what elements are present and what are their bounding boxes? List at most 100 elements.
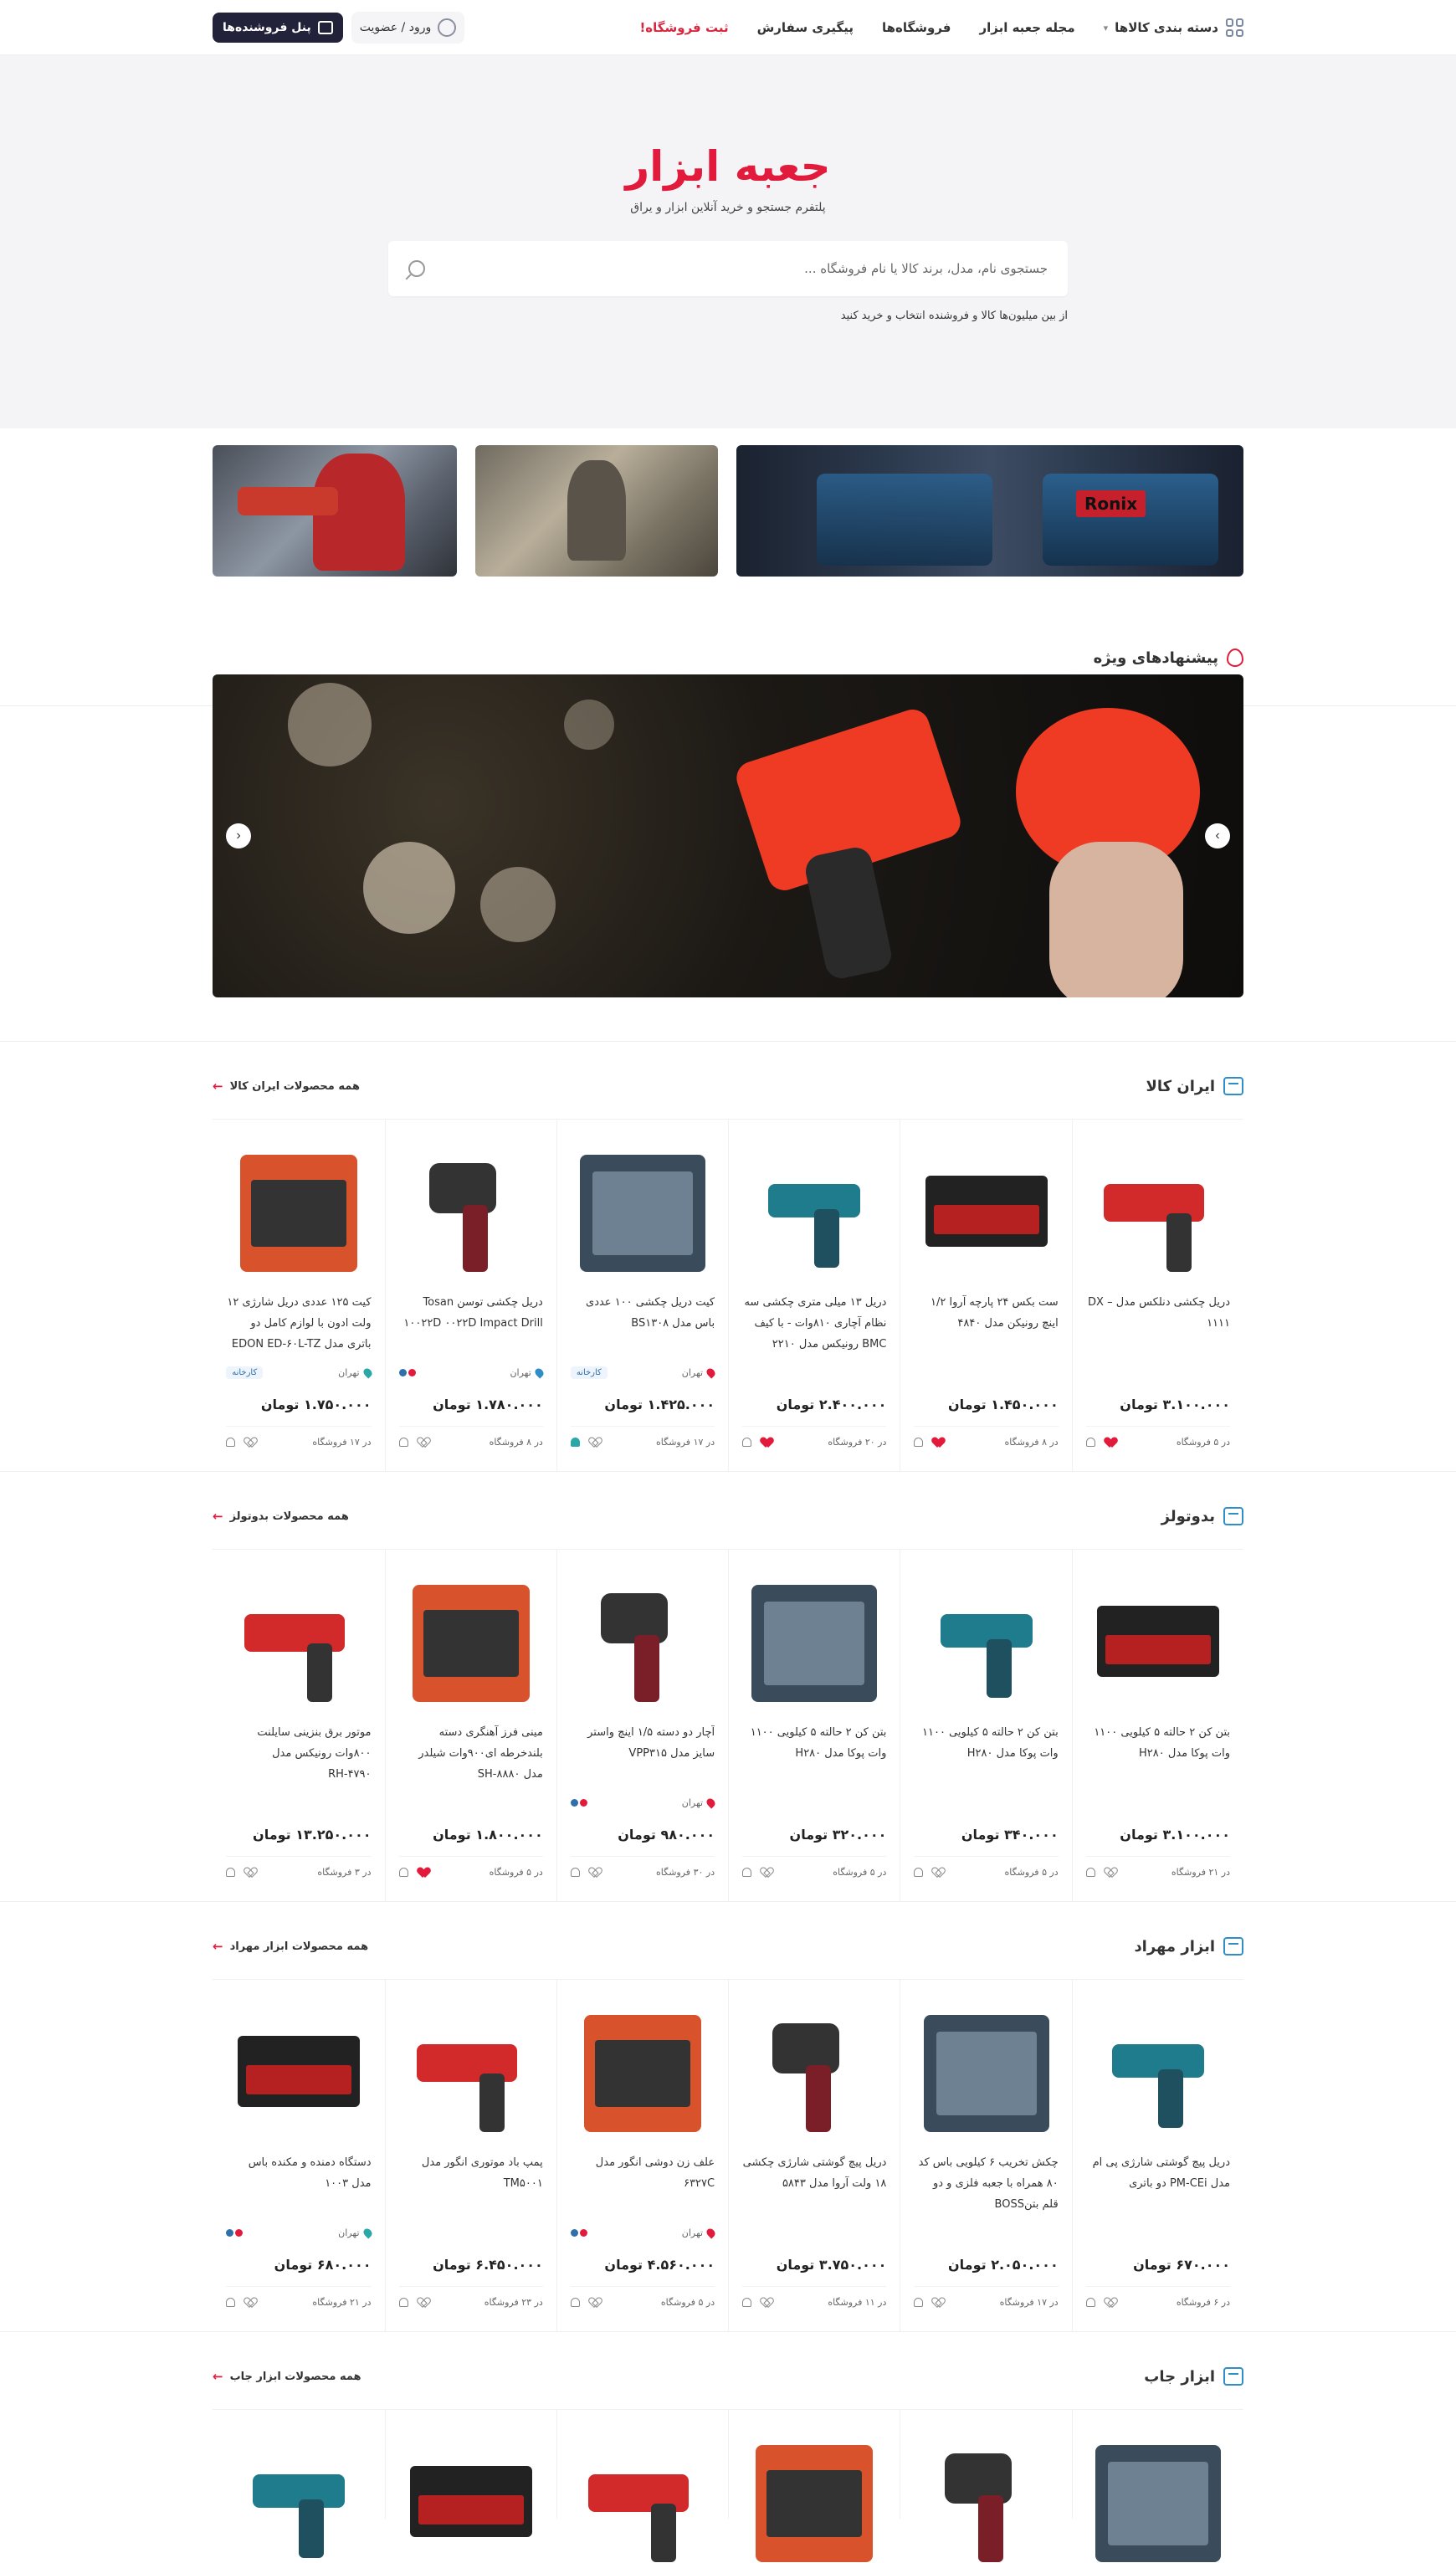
store-count[interactable]: در ۵ فروشگاه [833, 1867, 886, 1878]
bell-icon[interactable] [742, 2298, 752, 2307]
store-count[interactable]: در ۵ فروشگاه [661, 2297, 715, 2308]
product-title[interactable]: بتن کن ۲ حالته ۵ کیلویی ۱۱۰۰ وات پوکا مد… [742, 1722, 887, 1785]
product-card[interactable]: دریل چکشی دنلکس مدل DX – ۱۱۱۱ ۳.۱۰۰.۰۰۰ ت… [1071, 1120, 1243, 1471]
store-title[interactable]: ابزار مهراد [1134, 1937, 1243, 1956]
heart-icon[interactable] [245, 1438, 255, 1447]
product-title[interactable]: چکش تخریب ۶ کیلویی باس کد ۸۰ همراه با جع… [914, 2152, 1059, 2215]
heart-icon[interactable] [933, 1438, 943, 1447]
product-image[interactable] [1086, 1561, 1230, 1717]
product-image[interactable] [742, 2422, 886, 2563]
product-title[interactable]: دستگاه دمنده و مکنده باس مدل ۱۰۰۳ [226, 2152, 372, 2215]
bell-icon[interactable] [226, 2298, 236, 2307]
store-count[interactable]: در ۱۱ فروشگاه [828, 2297, 886, 2308]
product-title[interactable]: کیت ۱۲۵ عددی دریل شارژی ۱۲ ولت ادون با ل… [226, 1292, 371, 1355]
product-title[interactable]: کیت دریل چکشی ۱۰۰ عددی باس مدل BS۱۳۰۸ [571, 1292, 715, 1355]
product-image[interactable] [1086, 1131, 1230, 1287]
product-title[interactable]: بتن کن ۲ حالته ۵ کیلویی ۱۱۰۰ وات پوکا مد… [914, 1722, 1059, 1785]
store-count[interactable]: در ۶ فروشگاه [1177, 2297, 1230, 2308]
product-card[interactable] [900, 2410, 1071, 2562]
store-count[interactable]: در ۱۷ فروشگاه [656, 1437, 715, 1448]
product-card[interactable]: بتن کن ۲ حالته ۵ کیلویی ۱۱۰۰ وات پوکا مد… [728, 1550, 900, 1901]
product-card[interactable]: دریل پیچ گوشتی شارژی پی ام مدل PM-CEi دو… [1071, 1980, 1243, 2331]
seller-panel-button[interactable]: پنل فروشنده‌ها [213, 13, 343, 43]
bell-icon[interactable] [742, 1868, 752, 1877]
product-card[interactable]: ست بکس ۲۴ پارچه آروا ۱/۲ اینچ رونیکن مدل… [900, 1120, 1071, 1471]
product-image[interactable] [571, 1991, 715, 2147]
all-products-link[interactable]: همه محصولات ابزار جاب ← [213, 2369, 361, 2384]
heart-icon[interactable] [590, 1868, 600, 1877]
special-offers-slider[interactable]: › ‹ [213, 674, 1243, 997]
product-image[interactable] [1086, 2422, 1230, 2563]
login-button[interactable]: ورود / عضویت [351, 12, 465, 44]
product-card[interactable]: مینی فرز آهنگری دسته بلندخرطه ای۹۰۰وات ش… [384, 1550, 556, 1901]
nav-register-store[interactable]: ثبت فروشگاه! [639, 20, 728, 35]
product-card[interactable]: دریل پیچ گوشتی شارژی چکشی ۱۸ ولت آروا مد… [728, 1980, 900, 2331]
product-title[interactable]: دریل چکشی توسن Tosan ۱۰۰۲۲D ۰۰۲۲D Impact… [399, 1292, 542, 1355]
heart-icon[interactable] [761, 1868, 772, 1877]
heart-icon[interactable] [418, 1438, 428, 1447]
product-title[interactable]: مینی فرز آهنگری دسته بلندخرطه ای۹۰۰وات ش… [399, 1722, 543, 1785]
product-card[interactable] [556, 2410, 728, 2562]
heart-icon[interactable] [761, 1438, 772, 1447]
heart-icon[interactable] [1105, 2298, 1115, 2307]
heart-icon[interactable] [245, 2298, 255, 2307]
heart-icon[interactable] [418, 1868, 428, 1877]
store-count[interactable]: در ۵ فروشگاه [1177, 1437, 1230, 1448]
nav-stores[interactable]: فروشگاه‌ها [882, 20, 951, 35]
product-card[interactable]: بتن کن ۲ حالته ۵ کیلویی ۱۱۰۰ وات پوکا مد… [900, 1550, 1071, 1901]
bell-icon[interactable] [1085, 1868, 1095, 1877]
search-input[interactable] [462, 261, 1048, 276]
product-image[interactable] [226, 1991, 371, 2147]
store-title[interactable]: ایران کالا [1146, 1077, 1243, 1095]
product-image[interactable] [914, 1561, 1058, 1717]
store-count[interactable]: در ۳ فروشگاه [317, 1867, 371, 1878]
product-image[interactable] [399, 1131, 543, 1287]
store-title[interactable]: ابزار جاب [1144, 2367, 1243, 2386]
all-products-link[interactable]: همه محصولات بدوتولز ← [213, 1509, 349, 1524]
product-title[interactable]: دریل پیچ گوشتی شارژی پی ام مدل PM-CEi دو… [1086, 2152, 1230, 2215]
bell-icon[interactable] [398, 2298, 408, 2307]
heart-icon[interactable] [933, 2298, 943, 2307]
product-card[interactable]: کیت ۱۲۵ عددی دریل شارژی ۱۲ ولت ادون با ل… [213, 1120, 384, 1471]
product-image[interactable] [571, 2422, 715, 2563]
product-title[interactable]: آچار دو دسته ۱/۵ اینچ واستر سایز مدل VPP… [571, 1722, 715, 1785]
product-image[interactable] [399, 2422, 543, 2563]
slider-prev-button[interactable]: › [1205, 823, 1230, 848]
product-card[interactable]: دریل چکشی توسن Tosan ۱۰۰۲۲D ۰۰۲۲D Impact… [384, 1120, 556, 1471]
nav-categories[interactable]: دسته بندی کالاها ▾ [1104, 18, 1243, 37]
product-image[interactable] [1086, 1991, 1230, 2147]
bell-icon[interactable] [570, 1438, 580, 1447]
heart-icon[interactable] [418, 2298, 428, 2307]
store-count[interactable]: در ۱۷ فروشگاه [312, 1437, 371, 1448]
store-count[interactable]: در ۳۰ فروشگاه [656, 1867, 715, 1878]
store-count[interactable]: در ۲۱ فروشگاه [312, 2297, 371, 2308]
store-count[interactable]: در ۸ فروشگاه [1005, 1437, 1059, 1448]
nav-magazine[interactable]: مجله جعبه ابزار [979, 20, 1074, 35]
bell-icon[interactable] [1085, 1438, 1095, 1447]
product-card[interactable]: کیت دریل چکشی ۱۰۰ عددی باس مدل BS۱۳۰۸ تهر… [556, 1120, 728, 1471]
store-count[interactable]: در ۲۰ فروشگاه [828, 1437, 886, 1448]
product-card[interactable] [384, 2410, 556, 2537]
product-image[interactable] [226, 2422, 371, 2563]
bell-icon[interactable] [914, 1438, 924, 1447]
store-count[interactable]: در ۸ فروشگاه [490, 1437, 543, 1448]
bell-icon[interactable] [914, 2298, 924, 2307]
heart-icon[interactable] [590, 2298, 600, 2307]
product-image[interactable] [571, 1131, 715, 1287]
product-card[interactable]: پمپ باد موتوری انگور مدل TM۵۰۰۱ ۶.۴۵۰.۰۰۰… [384, 1980, 556, 2331]
bell-icon[interactable] [570, 1868, 580, 1877]
bell-icon[interactable] [398, 1438, 408, 1447]
product-image[interactable] [914, 2422, 1058, 2563]
product-card[interactable] [728, 2410, 900, 2562]
bell-icon[interactable] [914, 1868, 924, 1877]
bell-icon[interactable] [1085, 2298, 1095, 2307]
product-image[interactable] [742, 1131, 886, 1287]
product-card[interactable]: چکش تخریب ۶ کیلویی باس کد ۸۰ همراه با جع… [900, 1980, 1071, 2331]
product-card[interactable]: موتور برق بنزینی سایلنت ۸۰۰وات رونیکس مد… [213, 1550, 384, 1901]
product-title[interactable]: بتن کن ۲ حالته ۵ کیلویی ۱۱۰۰ وات پوکا مد… [1086, 1722, 1230, 1785]
product-image[interactable] [226, 1561, 371, 1717]
banner-worker-jackhammer[interactable] [475, 445, 718, 577]
store-count[interactable]: در ۲۱ فروشگاه [1171, 1867, 1230, 1878]
product-image[interactable] [571, 1561, 715, 1717]
product-card[interactable]: دریل ۱۳ میلی متری چکشی سه نظام آچاری ۸۱۰… [728, 1120, 900, 1471]
